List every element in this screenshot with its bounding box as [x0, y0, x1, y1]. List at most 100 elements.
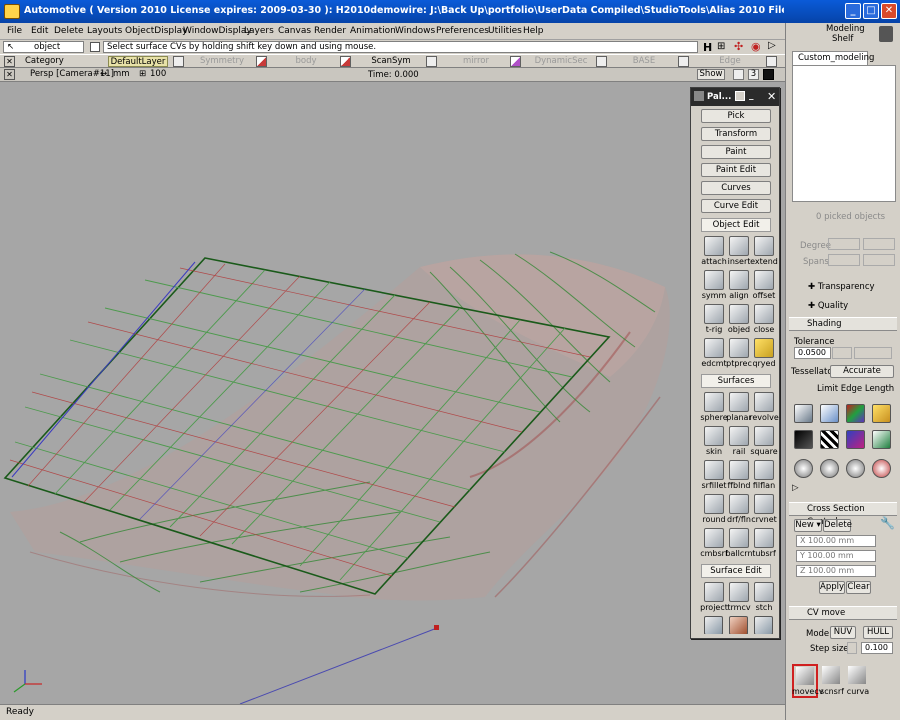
tool-round[interactable]: round — [701, 494, 727, 530]
pick-mode-field[interactable]: ↖ object — [3, 41, 84, 53]
shade-sphere-2-icon[interactable] — [820, 459, 839, 478]
layer-close-icon[interactable]: ✕ — [4, 56, 15, 67]
mode-nuv-button[interactable]: NUV — [830, 626, 856, 639]
layer-default[interactable]: DefaultLayer — [108, 56, 168, 67]
tool-t-rig[interactable]: t-rig — [701, 304, 727, 340]
menu-windowdisplay[interactable]: WindowDisplay — [183, 26, 252, 36]
tool-rail[interactable]: rail — [726, 426, 752, 462]
view-toggle-icon[interactable] — [733, 69, 744, 80]
layer-symmetry-swatch[interactable] — [256, 56, 267, 67]
layer-base[interactable]: BASE — [614, 56, 674, 67]
shelf-label[interactable]: Shelf — [832, 34, 853, 44]
x-value-field[interactable]: X 100.00 mm — [796, 535, 876, 547]
palette-close-icon[interactable]: ✕ — [767, 90, 776, 103]
more-tool-2-icon[interactable] — [729, 616, 748, 634]
palette-curve-edit[interactable]: Curve Edit — [701, 199, 771, 213]
menu-canvas[interactable]: Canvas — [278, 26, 311, 36]
cv-move-section[interactable]: CV move — [789, 606, 897, 620]
menu-preferences[interactable]: Preferences — [436, 26, 489, 36]
tool-ballcrn[interactable]: ballcrn — [725, 528, 753, 564]
layer-dynamicsec-swatch[interactable] — [596, 56, 607, 67]
palette-surface-edit-header[interactable]: Surface Edit — [701, 564, 771, 578]
shade-multicolor-icon[interactable] — [846, 404, 865, 423]
apply-button[interactable]: Apply — [819, 581, 845, 594]
tool-revolve[interactable]: revolve — [749, 392, 779, 428]
tool-align[interactable]: align — [726, 270, 752, 306]
step-size-input[interactable]: 0.100 — [861, 642, 893, 654]
modeling-label[interactable]: Modeling — [826, 24, 865, 34]
palette-surfaces-header[interactable]: Surfaces — [701, 374, 771, 388]
tool-stch[interactable]: stch — [751, 582, 777, 618]
tool-cmbsrf[interactable]: cmbsrf — [700, 528, 728, 564]
tab-custom-modeling[interactable]: Custom_modeling — [792, 51, 874, 65]
menu-edit[interactable]: Edit — [31, 26, 48, 36]
layer-default-swatch[interactable] — [173, 56, 184, 67]
tool-symm[interactable]: symm — [701, 270, 727, 306]
tool-filflan[interactable]: filflan — [751, 460, 777, 496]
layer-dynamicsec[interactable]: DynamicSec — [528, 56, 594, 67]
shade-black-icon[interactable] — [794, 430, 813, 449]
layer-symmetry[interactable]: Symmetry — [192, 56, 252, 67]
mode-hull-button[interactable]: HULL — [863, 626, 893, 639]
expand-arrow-icon[interactable]: ▷ — [792, 483, 799, 493]
tool-srfillet[interactable]: srfillet — [701, 460, 727, 496]
tool-tubsrf[interactable]: tubsrf — [751, 528, 777, 564]
tool-square[interactable]: square — [750, 426, 778, 462]
tool-sphere[interactable]: sphere — [700, 392, 728, 428]
tool-attach[interactable]: attach — [701, 236, 727, 272]
layer-edge[interactable]: Edge — [700, 56, 760, 67]
wrench-icon[interactable]: 🔧 — [880, 516, 895, 530]
tool-extend[interactable]: extend — [750, 236, 778, 272]
tessellator-select[interactable]: Accurate — [830, 365, 894, 378]
tool-close[interactable]: close — [751, 304, 777, 340]
menu-objectdisplay[interactable]: ObjectDisplay — [125, 26, 188, 36]
maximize-view-icon[interactable] — [763, 69, 774, 80]
trash-icon[interactable] — [879, 26, 893, 42]
snap-icon[interactable]: ✣ — [734, 40, 743, 53]
show-button[interactable]: Show — [697, 69, 725, 80]
limit-edge-length[interactable]: Limit Edge Length — [817, 384, 894, 394]
shade-sphere-4-icon[interactable] — [872, 459, 891, 478]
layer-scansym[interactable]: ScanSym — [360, 56, 422, 67]
category-label[interactable]: Category — [25, 56, 64, 66]
menu-windows[interactable]: Windows — [395, 26, 435, 36]
tool-ptprec[interactable]: ptprec — [726, 338, 752, 374]
viewport-close-icon[interactable]: ✕ — [4, 69, 15, 80]
palette-header[interactable]: Pal... _ ✕ — [691, 88, 779, 106]
scnsrf-tool[interactable]: scnsrf — [820, 666, 846, 700]
tolerance-slider-track[interactable] — [854, 347, 892, 359]
menu-help[interactable]: Help — [523, 26, 544, 36]
quality-item[interactable]: ✚ Quality — [808, 301, 848, 311]
menu-layers[interactable]: Layers — [244, 26, 274, 36]
shade-sphere-3-icon[interactable] — [846, 459, 865, 478]
tool-planar[interactable]: planar — [726, 392, 752, 428]
palette-object-edit-header[interactable]: Object Edit — [701, 218, 771, 232]
tool-insert[interactable]: insert — [726, 236, 752, 272]
viewport-perspective[interactable] — [0, 82, 785, 704]
pivot-point[interactable] — [434, 625, 439, 630]
menu-layouts[interactable]: Layouts — [87, 26, 122, 36]
close-button[interactable]: ✕ — [881, 3, 897, 19]
layer-body-swatch[interactable] — [340, 56, 351, 67]
model-canvas[interactable] — [0, 82, 785, 704]
shade-sphere-1-icon[interactable] — [794, 459, 813, 478]
palette-paint[interactable]: Paint — [701, 145, 771, 159]
record-icon[interactable]: ◉ — [751, 40, 761, 53]
palette-transform[interactable]: Transform — [701, 127, 771, 141]
shading-section[interactable]: Shading — [789, 317, 897, 331]
minimize-button[interactable]: _ — [845, 3, 861, 19]
tool-drf-fln[interactable]: drf/fln — [726, 494, 752, 530]
tool-project[interactable]: project — [700, 582, 728, 618]
palette-minimize-icon[interactable]: _ — [749, 91, 754, 101]
cross-section-section[interactable]: Cross Section Control — [789, 502, 897, 527]
layer-mirror[interactable]: mirror — [446, 56, 506, 67]
palette-pick[interactable]: Pick — [701, 109, 771, 123]
shade-diamond-icon[interactable] — [794, 404, 813, 423]
movecv-tool[interactable]: movecv — [792, 664, 823, 698]
palette-menu-icon[interactable] — [694, 91, 704, 101]
maximize-button[interactable]: □ — [863, 3, 879, 19]
shade-curvature-icon[interactable] — [846, 430, 865, 449]
shade-blue-icon[interactable] — [820, 404, 839, 423]
tolerance-slider[interactable] — [832, 347, 852, 359]
menu-render[interactable]: Render — [314, 26, 346, 36]
